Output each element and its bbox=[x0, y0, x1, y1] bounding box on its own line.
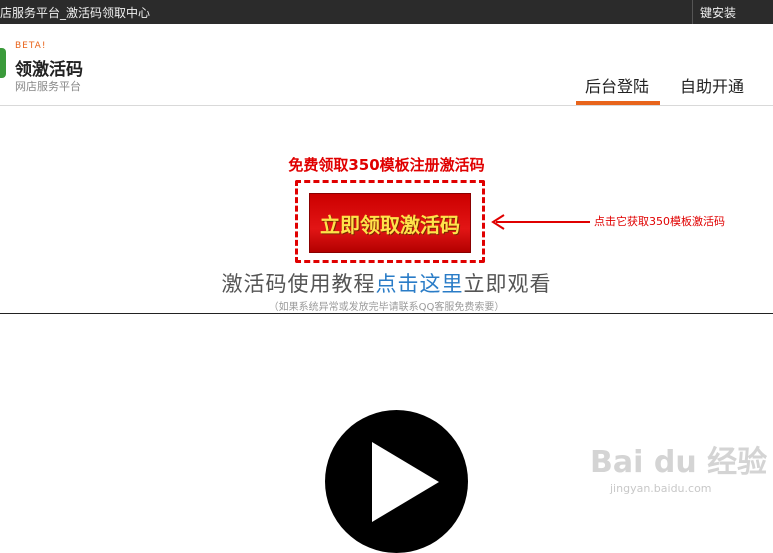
watermark-url: jingyan.baidu.com bbox=[610, 482, 712, 495]
watermark: Bai du 经验 jingyan.baidu.com bbox=[590, 437, 770, 517]
section-divider bbox=[0, 313, 773, 314]
site-header: BETA! 领激活码 网店服务平台 后台登陆 自助开通 bbox=[0, 24, 773, 106]
logo-icon bbox=[0, 48, 6, 78]
watermark-logo: Bai du 经验 bbox=[590, 445, 768, 480]
tutorial-line: 激活码使用教程点击这里立即观看 bbox=[0, 268, 773, 298]
support-note: （如果系统异常或发放完毕请联系QQ客服免费索要） bbox=[268, 302, 505, 313]
tab-admin-login[interactable]: 后台登陆 bbox=[585, 73, 649, 97]
logo-title[interactable]: 领激活码 bbox=[15, 55, 83, 80]
get-code-button[interactable]: 立即领取激活码 bbox=[309, 193, 471, 253]
install-link[interactable]: 键安装 bbox=[700, 4, 736, 21]
arrow-annotation: 点击它获取350模板激活码 bbox=[594, 215, 725, 228]
tutorial-text: 激活码使用教程 bbox=[221, 272, 376, 296]
top-bar-divider bbox=[692, 0, 693, 24]
active-tab-indicator bbox=[576, 101, 660, 105]
tab-self-activation[interactable]: 自助开通 bbox=[680, 73, 744, 97]
arrow-left-icon bbox=[491, 214, 590, 230]
top-bar: 店服务平台_激活码领取中心 键安装 bbox=[0, 0, 773, 24]
promo-title: 免费领取350模板注册激活码 bbox=[288, 156, 485, 174]
beta-badge: BETA! bbox=[15, 41, 47, 51]
tutorial-watch-text: 立即观看 bbox=[463, 272, 552, 296]
play-icon bbox=[372, 442, 439, 522]
tutorial-link[interactable]: 点击这里 bbox=[376, 272, 464, 296]
window-title: 店服务平台_激活码领取中心 bbox=[0, 6, 151, 20]
logo-subtitle: 网店服务平台 bbox=[15, 80, 81, 93]
play-button[interactable] bbox=[325, 410, 468, 553]
